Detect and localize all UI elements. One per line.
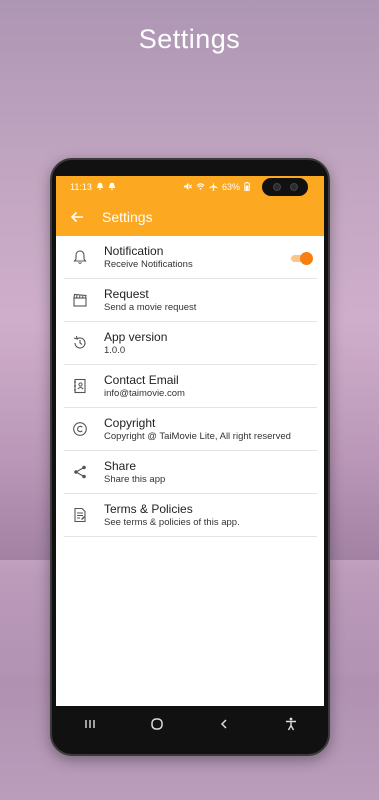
app-bar-title: Settings: [102, 209, 153, 225]
settings-item-notification[interactable]: Notification Receive Notifications: [64, 236, 317, 279]
settings-item-title: App version: [104, 329, 168, 344]
contact-book-icon: [70, 376, 90, 396]
settings-item-title: Contact Email: [104, 372, 179, 387]
accessibility-icon: [285, 717, 296, 731]
settings-item-title: Copyright: [104, 415, 156, 430]
recents-icon: [84, 720, 95, 728]
notification-bell-icon: [108, 182, 116, 192]
recents-button[interactable]: [70, 709, 110, 739]
mute-icon: [183, 182, 192, 193]
settings-item-title: Request: [104, 286, 149, 301]
clapperboard-icon: [70, 290, 90, 310]
system-nav-bar: [56, 706, 324, 742]
nav-back-button[interactable]: [204, 709, 244, 739]
history-icon: [70, 333, 90, 353]
home-button[interactable]: [137, 709, 177, 739]
settings-item-copyright[interactable]: Copyright Copyright @ TaiMovie Lite, All…: [64, 408, 317, 451]
home-icon: [150, 718, 163, 730]
settings-item-terms-policies[interactable]: Terms & Policies See terms & policies of…: [64, 494, 317, 537]
settings-item-request[interactable]: Request Send a movie request: [64, 279, 317, 322]
notification-toggle[interactable]: [291, 252, 313, 265]
settings-item-subtitle: 1.0.0: [104, 344, 126, 356]
settings-item-subtitle: See terms & policies of this app.: [104, 516, 240, 528]
settings-item-share[interactable]: Share Share this app: [64, 451, 317, 494]
settings-item-contact-email[interactable]: Contact Email info@taimovie.com: [64, 365, 317, 408]
battery-level: 63%: [221, 182, 240, 192]
settings-list: Notification Receive Notifications Reque…: [56, 236, 324, 537]
camera-cutout: [262, 178, 308, 196]
app-bar: Settings: [56, 198, 324, 236]
phone-frame: 11:13 63% Settings Notification Receive …: [50, 158, 330, 756]
share-icon: [70, 462, 90, 482]
arrow-left-icon: [70, 211, 83, 223]
settings-item-title: Terms & Policies: [104, 501, 193, 516]
settings-item-subtitle: Send a movie request: [104, 301, 197, 313]
battery-icon: [244, 181, 250, 193]
settings-item-subtitle: info@taimovie.com: [104, 387, 185, 399]
accessibility-button[interactable]: [271, 709, 311, 739]
status-bar: 11:13 63%: [56, 176, 324, 198]
alarm-icon: [96, 182, 104, 192]
phone-screen: 11:13 63% Settings Notification Receive …: [56, 176, 324, 706]
settings-item-app-version[interactable]: App version 1.0.0: [64, 322, 317, 365]
status-time: 11:13: [70, 182, 92, 192]
settings-item-title: Share: [104, 458, 137, 473]
airplane-icon: [209, 181, 218, 193]
settings-item-subtitle: Share this app: [104, 473, 166, 485]
wifi-icon: [196, 182, 205, 193]
settings-item-subtitle: Receive Notifications: [104, 258, 193, 270]
settings-item-subtitle: Copyright @ TaiMovie Lite, All right res…: [104, 430, 291, 442]
hero-title: Settings: [138, 24, 241, 54]
bell-icon: [70, 247, 90, 267]
back-icon: [220, 719, 227, 729]
document-icon: [70, 505, 90, 525]
settings-item-title: Notification: [104, 243, 164, 258]
back-button[interactable]: [66, 206, 88, 228]
copyright-icon: [70, 419, 90, 439]
